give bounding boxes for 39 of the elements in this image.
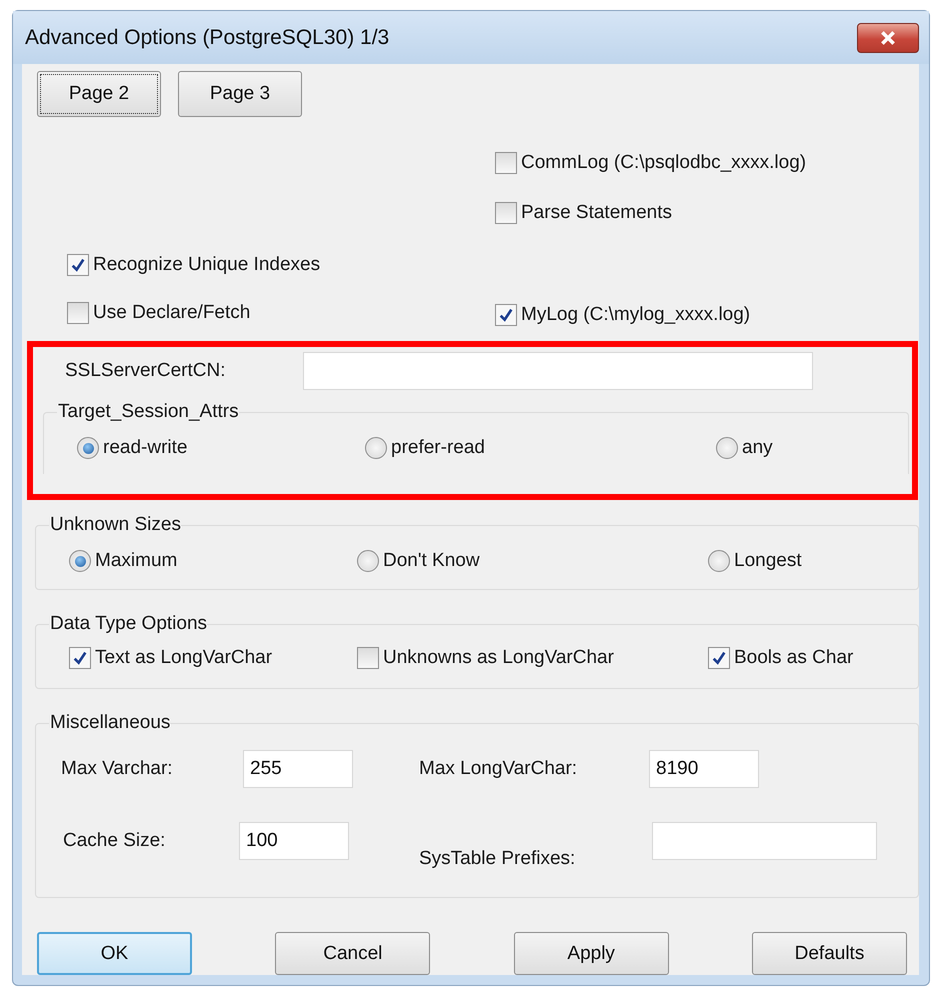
page-button[interactable]: Page 2 — [37, 71, 161, 117]
check-icon — [72, 650, 88, 666]
checkbox[interactable]: Unknowns as LongVarChar — [357, 647, 708, 669]
radio-button[interactable]: any — [716, 437, 908, 459]
group-title: Data Type Options — [49, 613, 208, 635]
input-field[interactable]: 8190 — [649, 750, 759, 788]
dialog-button[interactable]: Cancel — [275, 932, 430, 975]
field-label: Max LongVarChar: — [419, 758, 578, 780]
input-field[interactable] — [303, 352, 813, 390]
group-title: Target_Session_Attrs — [57, 401, 239, 423]
field-label: Max Varchar: — [61, 758, 174, 780]
check-icon — [711, 650, 727, 666]
page-button[interactable]: Page 3 — [178, 71, 302, 117]
checkbox[interactable]: Use Declare/Fetch — [67, 302, 250, 324]
checkbox[interactable]: MyLog (C:\mylog_xxxx.log) — [495, 304, 750, 326]
field-label: SysTable Prefixes: — [419, 848, 576, 870]
checkbox[interactable]: Text as LongVarChar — [69, 647, 357, 669]
radio-button[interactable]: Longest — [708, 550, 918, 572]
checkbox[interactable]: Parse Statements — [495, 202, 672, 224]
close-button[interactable] — [857, 22, 919, 52]
input-field[interactable] — [652, 822, 877, 860]
field-label: SSLServerCertCN: — [65, 360, 226, 382]
dialog-button[interactable]: Apply — [514, 932, 669, 975]
dialog-button[interactable]: OK — [37, 932, 192, 975]
radio-button[interactable]: prefer-read — [365, 437, 716, 459]
checkbox[interactable]: CommLog (C:\psqlodbc_xxxx.log) — [495, 152, 806, 174]
radio-button[interactable]: read-write — [77, 437, 365, 459]
field-label: Cache Size: — [63, 830, 166, 852]
checkbox[interactable]: Recognize Unique Indexes — [67, 254, 320, 276]
radio-button[interactable]: Maximum — [69, 550, 357, 572]
close-icon — [879, 28, 897, 46]
check-icon — [70, 256, 86, 272]
radio-button[interactable]: Don't Know — [357, 550, 708, 572]
checkbox[interactable]: Bools as Char — [708, 647, 918, 669]
dialog-button[interactable]: Defaults — [752, 932, 907, 975]
input-field[interactable]: 255 — [243, 750, 353, 788]
window-title: Advanced Options (PostgreSQL30) 1/3 — [25, 26, 390, 50]
input-field[interactable]: 100 — [239, 822, 349, 860]
check-icon — [498, 306, 514, 322]
